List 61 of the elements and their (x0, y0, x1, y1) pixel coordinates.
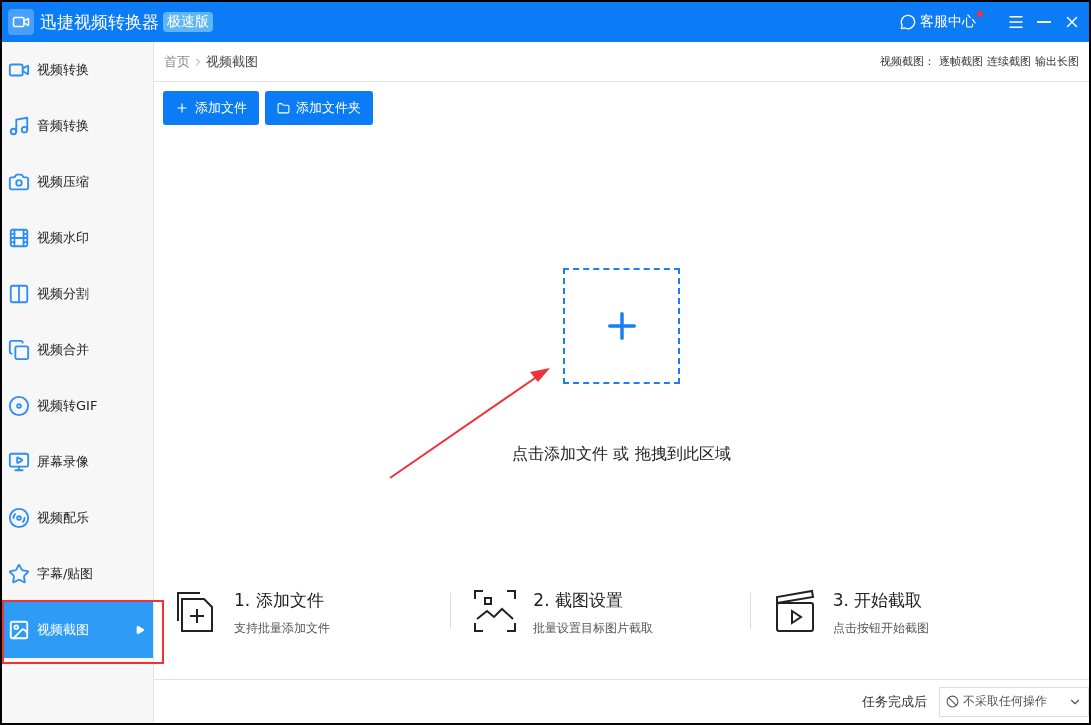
step-title: 3. 开始截取 (832, 589, 924, 612)
sidebar-item-icon (8, 395, 30, 417)
breadcrumb-current: 视频截图 (206, 52, 258, 71)
sidebar-item[interactable]: 音频转换 (2, 98, 153, 154)
sidebar-item-label: 视频转换 (37, 61, 90, 79)
sidebar-item-icon (8, 283, 30, 305)
breadcrumb-link[interactable]: 首页 (164, 52, 190, 71)
menu-button[interactable] (1007, 13, 1025, 31)
sidebar-item[interactable]: 视频合并 (2, 322, 153, 378)
drop-hint: 点击添加文件 或 拖拽到此区域 (512, 444, 731, 465)
no-entry-icon (946, 695, 959, 708)
sidebar-item-icon (8, 115, 30, 137)
after-task-select[interactable]: 不采取任何操作 (939, 686, 1089, 717)
sidebar-item[interactable]: 视频压缩 (2, 154, 153, 210)
minimize-icon (1037, 21, 1051, 23)
sidebar-item-label: 视频截图 (37, 621, 90, 639)
menu-icon (1007, 13, 1025, 31)
sidebar-item[interactable]: 视频分割 (2, 266, 153, 322)
sidebar-item-label: 屏幕录像 (37, 453, 90, 471)
sidebar-item-label: 视频配乐 (37, 509, 90, 527)
sidebar-item[interactable]: 屏幕录像 (2, 434, 153, 490)
sidebar-item-icon (8, 507, 30, 529)
sidebar-item-label: 视频压缩 (37, 173, 90, 191)
sidebar-item-icon (8, 563, 30, 585)
mode-label: 视频截图： (880, 54, 935, 69)
triangle-icon (135, 625, 145, 635)
sidebar-item-icon (8, 619, 30, 641)
mode-link[interactable]: 逐帧截图 (939, 54, 983, 69)
add-folder-button[interactable]: 添加文件夹 (265, 91, 373, 125)
step-description: 点击按钮开始截图 (832, 620, 929, 637)
sidebar-item-label: 视频分割 (37, 285, 90, 303)
sidebar-item-label: 视频转GIF (37, 397, 99, 415)
support-center-button[interactable]: 客服中心 (900, 13, 983, 31)
step-title: 1. 添加文件 (234, 589, 325, 612)
app-logo-icon (8, 9, 34, 35)
sidebar-item[interactable]: 字幕/贴图 (2, 546, 153, 602)
folder-icon (277, 101, 290, 115)
sidebar-item-label: 音频转换 (37, 117, 90, 135)
mode-link[interactable]: 连续截图 (987, 54, 1031, 69)
sidebar-item-label: 字幕/贴图 (37, 565, 95, 583)
sidebar-item-label: 视频水印 (37, 229, 90, 247)
sidebar-item[interactable]: 视频转GIF (2, 378, 153, 434)
mode-link[interactable]: 输出长图 (1035, 54, 1079, 69)
sidebar-item[interactable]: 视频配乐 (2, 490, 153, 546)
sidebar-item-icon (8, 339, 30, 361)
edition-badge: 极速版 (163, 12, 213, 32)
sidebar-item-icon (8, 451, 30, 473)
step-title: 2. 截图设置 (533, 589, 624, 612)
sidebar-item[interactable]: 视频转换 (2, 42, 153, 98)
add-file-button[interactable]: 添加文件 (163, 91, 259, 125)
sidebar-item-label: 视频合并 (37, 341, 90, 359)
window-title: 迅捷视频转换器 (40, 10, 159, 34)
sidebar-item[interactable]: 视频水印 (2, 210, 153, 266)
sidebar-item-icon (8, 227, 30, 249)
chat-icon (900, 14, 916, 30)
after-task-label: 任务完成后 (862, 692, 927, 711)
step-description: 支持批量添加文件 (234, 620, 330, 637)
step-description: 批量设置目标图片截取 (533, 620, 654, 637)
sidebar-item-icon (8, 171, 30, 193)
drop-zone[interactable] (563, 268, 680, 384)
plus-icon (175, 101, 189, 115)
